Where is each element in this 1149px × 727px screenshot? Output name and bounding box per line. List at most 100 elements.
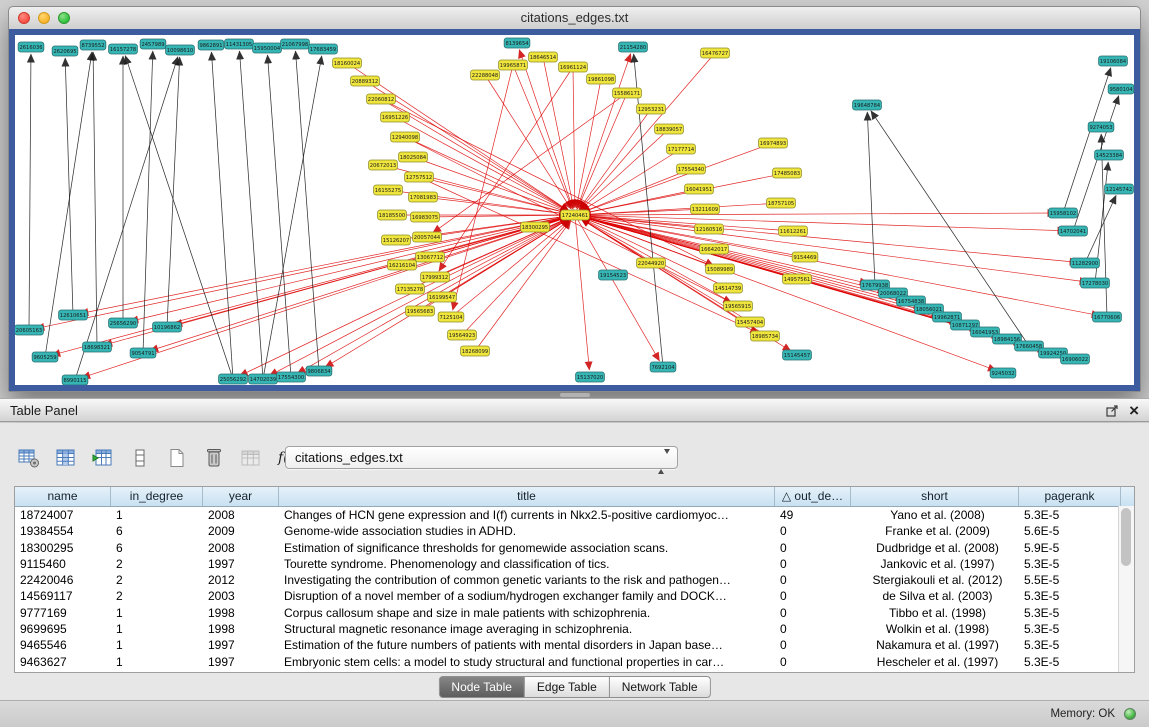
network-node[interactable]: 16974893 (759, 138, 788, 148)
cell-indegree[interactable]: 1 (111, 654, 203, 670)
cell-year[interactable]: 1997 (203, 556, 279, 572)
network-node[interactable]: 19565915 (724, 301, 753, 311)
column-header-year[interactable]: year (203, 487, 279, 506)
cell-indegree[interactable]: 6 (111, 540, 203, 556)
network-node[interactable]: 16642017 (700, 244, 729, 254)
cell-title[interactable]: Investigating the contribution of common… (279, 572, 775, 588)
cell-title[interactable]: Embryonic stem cells: a model to study s… (279, 654, 775, 670)
network-node[interactable]: 21154280 (619, 42, 648, 52)
network-node[interactable]: 20605163 (15, 325, 43, 335)
network-node[interactable]: 9154469 (792, 252, 818, 262)
table-row[interactable]: 969969511998Structural magnetic resonanc… (15, 621, 1134, 637)
network-node[interactable]: 2616036 (18, 42, 44, 52)
network-node[interactable]: 18268099 (461, 346, 490, 356)
table-row[interactable]: 1830029562008Estimation of significance … (15, 540, 1134, 556)
cell-short[interactable]: Franke et al. (2009) (851, 523, 1019, 539)
network-node[interactable]: 17485083 (773, 168, 802, 178)
network-node[interactable]: 22060812 (367, 94, 396, 104)
table-scrollbar[interactable] (1118, 506, 1134, 672)
column-header-name[interactable]: name (15, 487, 111, 506)
cell-outde[interactable]: 0 (775, 588, 851, 604)
cell-name[interactable]: 9699695 (15, 621, 111, 637)
cell-title[interactable]: Structural magnetic resonance image aver… (279, 621, 775, 637)
cell-pagerank[interactable]: 5.5E-5 (1019, 572, 1121, 588)
network-node[interactable]: 15457404 (736, 317, 765, 327)
cell-year[interactable]: 2003 (203, 588, 279, 604)
window-close-button[interactable] (18, 12, 30, 24)
row-height-icon[interactable] (125, 444, 155, 472)
network-node[interactable]: 16906022 (1061, 354, 1090, 364)
network-node[interactable]: 14514739 (714, 283, 743, 293)
network-node[interactable]: 9245032 (990, 368, 1016, 378)
network-node[interactable]: 18757105 (767, 198, 796, 208)
network-node[interactable]: 16961124 (559, 62, 588, 72)
cell-name[interactable]: 9465546 (15, 637, 111, 653)
network-node[interactable]: 16157278 (109, 44, 138, 54)
network-node[interactable]: 2620695 (52, 46, 78, 56)
network-node[interactable]: 14702041 (1059, 226, 1088, 236)
edit-columns-icon[interactable] (88, 444, 118, 472)
cell-pagerank[interactable]: 5.3E-5 (1019, 588, 1121, 604)
cell-year[interactable]: 1998 (203, 621, 279, 637)
cell-indegree[interactable]: 1 (111, 621, 203, 637)
cell-name[interactable]: 9115460 (15, 556, 111, 572)
network-node[interactable]: 16770606 (1093, 312, 1122, 322)
network-node[interactable]: 17081983 (409, 192, 438, 202)
tab-network-table[interactable]: Network Table (610, 676, 711, 698)
network-node[interactable]: 14702039 (249, 374, 278, 384)
network-node[interactable]: 17999312 (421, 272, 450, 282)
network-node[interactable]: 15958102 (1049, 208, 1078, 218)
cell-year[interactable]: 1997 (203, 637, 279, 653)
cell-short[interactable]: Yano et al. (2008) (851, 507, 1019, 523)
network-node[interactable]: 9580104 (1108, 84, 1134, 94)
network-node[interactable]: 21067998 (281, 39, 310, 49)
network-node[interactable]: 18185500 (378, 210, 407, 220)
network-node[interactable]: 15137020 (576, 372, 605, 382)
network-node[interactable]: 19106084 (1099, 56, 1128, 66)
network-node[interactable]: 18300295 (521, 222, 550, 232)
network-node[interactable]: 15145457 (783, 350, 812, 360)
cell-indegree[interactable]: 1 (111, 605, 203, 621)
cell-title[interactable]: Corpus callosum shape and size in male p… (279, 605, 775, 621)
network-node[interactable]: 16216104 (388, 260, 417, 270)
delete-column-icon[interactable] (199, 444, 229, 472)
window-titlebar[interactable]: citations_edges.txt (9, 7, 1140, 30)
network-node[interactable]: 17177714 (667, 144, 696, 154)
table-row[interactable]: 946362711997Embryonic stem cells: a mode… (15, 654, 1134, 670)
table-row[interactable]: 977716911998Corpus callosum shape and si… (15, 605, 1134, 621)
network-node[interactable]: 15950004 (253, 43, 282, 53)
network-node[interactable]: 9862891 (198, 40, 224, 50)
network-node[interactable]: 14957561 (783, 274, 812, 284)
new-column-icon[interactable] (162, 444, 192, 472)
network-node[interactable]: 17554300 (277, 372, 306, 382)
network-node[interactable]: 13067712 (416, 252, 445, 262)
cell-short[interactable]: Tibbo et al. (1998) (851, 605, 1019, 621)
network-node[interactable]: 13211609 (691, 204, 720, 214)
cell-pagerank[interactable]: 5.3E-5 (1019, 556, 1121, 572)
cell-pagerank[interactable]: 5.6E-5 (1019, 523, 1121, 539)
network-node[interactable]: 19154523 (599, 270, 628, 280)
cell-indegree[interactable]: 2 (111, 572, 203, 588)
cell-outde[interactable]: 0 (775, 572, 851, 588)
network-node[interactable]: 8139654 (504, 38, 530, 48)
column-header-short[interactable]: short (851, 487, 1019, 506)
network-node[interactable]: 15089989 (706, 264, 735, 274)
cell-outde[interactable]: 49 (775, 507, 851, 523)
network-node[interactable]: 20672013 (369, 160, 398, 170)
network-node[interactable]: 9274053 (1088, 122, 1114, 132)
cell-short[interactable]: Nakamura et al. (1997) (851, 637, 1019, 653)
cell-pagerank[interactable]: 5.3E-5 (1019, 621, 1121, 637)
cell-name[interactable]: 9777169 (15, 605, 111, 621)
float-panel-icon[interactable] (1106, 405, 1119, 417)
network-node[interactable]: 9806834 (306, 366, 332, 376)
cell-outde[interactable]: 0 (775, 605, 851, 621)
network-node[interactable]: 11282900 (1071, 258, 1100, 268)
cell-year[interactable]: 2008 (203, 540, 279, 556)
column-header-indegree[interactable]: in_degree (111, 487, 203, 506)
network-node[interactable]: 19565683 (406, 306, 435, 316)
network-canvas[interactable]: 2616036262069587395521615727824579891009… (15, 35, 1134, 385)
cell-title[interactable]: Changes of HCN gene expression and I(f) … (279, 507, 775, 523)
cell-title[interactable]: Disruption of a novel member of a sodium… (279, 588, 775, 604)
network-node[interactable]: 17554340 (677, 164, 706, 174)
tab-edge-table[interactable]: Edge Table (525, 676, 610, 698)
